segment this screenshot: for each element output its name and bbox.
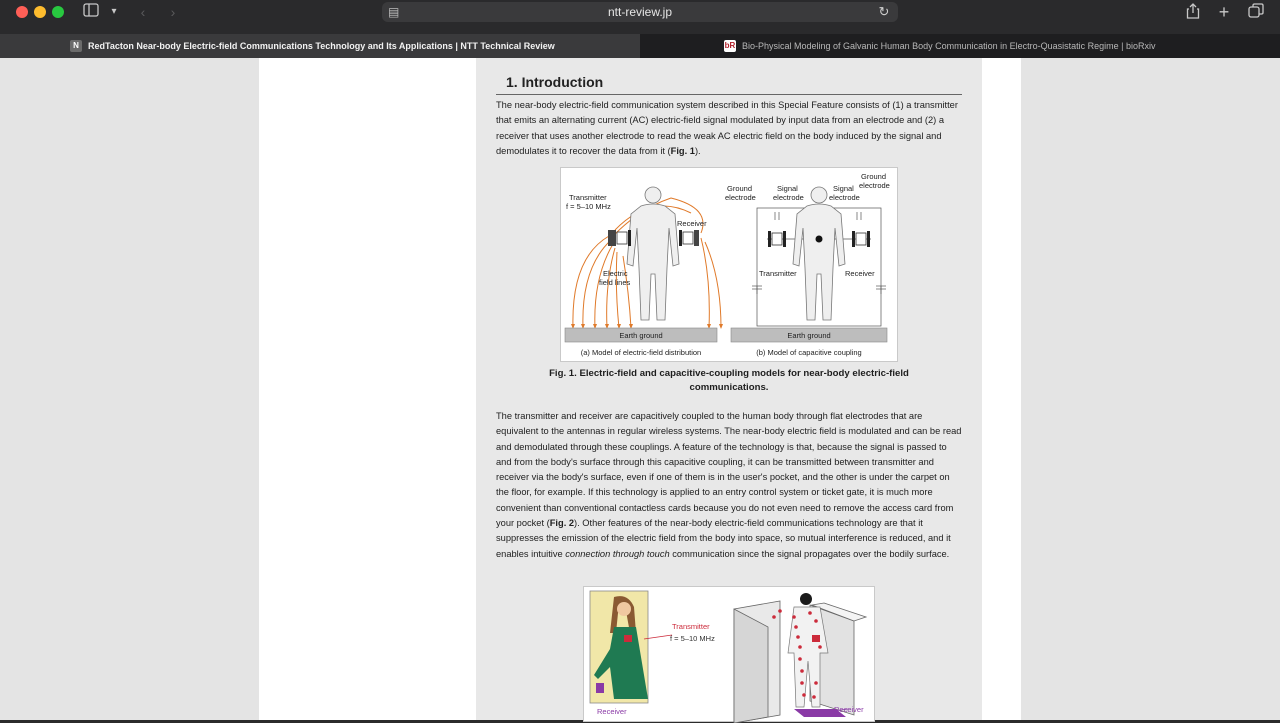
- fig1a-field-lines-label-2: field lines: [599, 278, 631, 287]
- fig1b-ground-electrode-left-1: Ground: [727, 184, 752, 193]
- receiver-handle-left: [596, 683, 604, 693]
- plus-icon[interactable]: +: [1215, 3, 1233, 21]
- share-icon[interactable]: [1184, 3, 1202, 21]
- tab-title: RedTacton Near-body Electric-field Commu…: [88, 41, 555, 51]
- section-title: 1. Introduction: [506, 74, 604, 90]
- transmitter-card: [624, 635, 632, 642]
- fig1b-receiver-label: Receiver: [845, 269, 875, 278]
- receiver-device-b: [852, 231, 870, 247]
- human-body-b: [792, 186, 846, 321]
- fig1b-ground-electrode-right-2: electrode: [859, 181, 890, 190]
- transmitter-device-b: [768, 231, 786, 247]
- paragraph-text: The transmitter and receiver are capacit…: [496, 411, 962, 529]
- maximize-window-button[interactable]: [52, 6, 64, 18]
- fig1a-caption: (a) Model of electric-field distribution: [581, 348, 701, 357]
- sidebar-icon-glyph: [83, 3, 99, 17]
- fig1b-ground-label: Earth ground: [787, 331, 830, 340]
- transmitter-device-a: [608, 230, 631, 246]
- receiver-device-a: [679, 230, 699, 246]
- paragraph-text: communication since the signal propagate…: [669, 548, 950, 559]
- sidebar-icon[interactable]: [82, 3, 100, 21]
- tab-overview-glyph: [1248, 3, 1264, 18]
- fig1b-signal-electrode-left-2: electrode: [773, 193, 804, 202]
- browser-toolbar: ▾ ‹ › ▤ ntt-review.jp ↻ +: [0, 0, 1280, 34]
- figure-reference: Fig. 2: [549, 518, 575, 529]
- fig1b-caption: (b) Model of capacitive coupling: [756, 348, 861, 357]
- fig1b-signal-electrode-left-1: Signal: [777, 184, 798, 193]
- tab-ntt-review[interactable]: N RedTacton Near-body Electric-field Com…: [0, 34, 640, 58]
- section-divider: [496, 94, 962, 95]
- chevron-left-icon[interactable]: ‹: [136, 3, 150, 21]
- body-center-node: [815, 235, 823, 243]
- fig2-frequency-label: f = 5–10 MHz: [670, 634, 715, 643]
- share-icon-glyph: [1186, 3, 1200, 19]
- ntt-favicon-icon: N: [70, 40, 82, 52]
- figure-1-diagram: Transmitter f = 5–10 MHz Receiver Electr…: [564, 172, 890, 357]
- emphasis-text: connection through touch: [565, 548, 670, 559]
- fig1a-field-lines-label-1: Electric: [603, 269, 628, 278]
- figure-2: Transmitter f = 5–10 MHz Receiver Receiv…: [583, 586, 875, 723]
- figure-1-caption-line-1: Fig. 1. Electric-field and capacitive-co…: [549, 368, 909, 379]
- figure-reference: Fig. 1: [670, 145, 695, 156]
- fig2-transmitter-label: Transmitter: [672, 622, 710, 631]
- reload-icon[interactable]: ↻: [876, 3, 892, 21]
- page-viewport[interactable]: 1. Introduction The near-body electric-f…: [0, 58, 1280, 723]
- address-bar[interactable]: ▤ ntt-review.jp ↻: [382, 2, 898, 22]
- fig1a-frequency-label: f = 5–10 MHz: [566, 202, 611, 211]
- minimize-window-button[interactable]: [34, 6, 46, 18]
- figure-1-caption-line-2: communications.: [689, 381, 769, 393]
- fig1b-signal-electrode-right-2: electrode: [829, 193, 860, 202]
- figure-2-illustration: Transmitter f = 5–10 MHz Receiver Receiv…: [589, 590, 868, 723]
- fig2-receiver-label-right: Receiver: [834, 705, 864, 714]
- tab-biorxiv[interactable]: bR Bio-Physical Modeling of Galvanic Hum…: [640, 34, 1280, 58]
- intro-paragraph-2: The transmitter and receiver are capacit…: [496, 409, 962, 562]
- chevron-right-icon[interactable]: ›: [166, 3, 180, 21]
- intro-paragraph-1: The near-body electric-field communicati…: [496, 98, 962, 159]
- paragraph-text: The near-body electric-field communicati…: [496, 100, 958, 156]
- fig1a-ground-label: Earth ground: [619, 331, 662, 340]
- address-text: ntt-review.jp: [607, 5, 673, 19]
- fig2-receiver-label-left: Receiver: [597, 707, 627, 716]
- tab-overview-icon[interactable]: [1247, 3, 1265, 21]
- fig1b-transmitter-label: Transmitter: [759, 269, 797, 278]
- figure-1: Transmitter f = 5–10 MHz Receiver Electr…: [560, 167, 898, 362]
- fig1a-receiver-label: Receiver: [677, 219, 707, 228]
- paragraph-text: ).: [694, 145, 701, 156]
- biorxiv-favicon-icon: bR: [724, 40, 736, 52]
- figure-1-caption: Fig. 1. Electric-field and capacitive-co…: [520, 367, 938, 394]
- fig1a-transmitter-label: Transmitter: [569, 193, 607, 202]
- fig1b-ground-electrode-right-1: Ground: [861, 172, 886, 181]
- close-window-button[interactable]: [16, 6, 28, 18]
- fig1b-ground-electrode-left-2: electrode: [725, 193, 756, 202]
- tab-title: Bio-Physical Modeling of Galvanic Human …: [742, 41, 1156, 51]
- chevron-down-icon[interactable]: ▾: [108, 3, 120, 21]
- tab-bar: N RedTacton Near-body Electric-field Com…: [0, 34, 1280, 58]
- fig1b-signal-electrode-right-1: Signal: [833, 184, 854, 193]
